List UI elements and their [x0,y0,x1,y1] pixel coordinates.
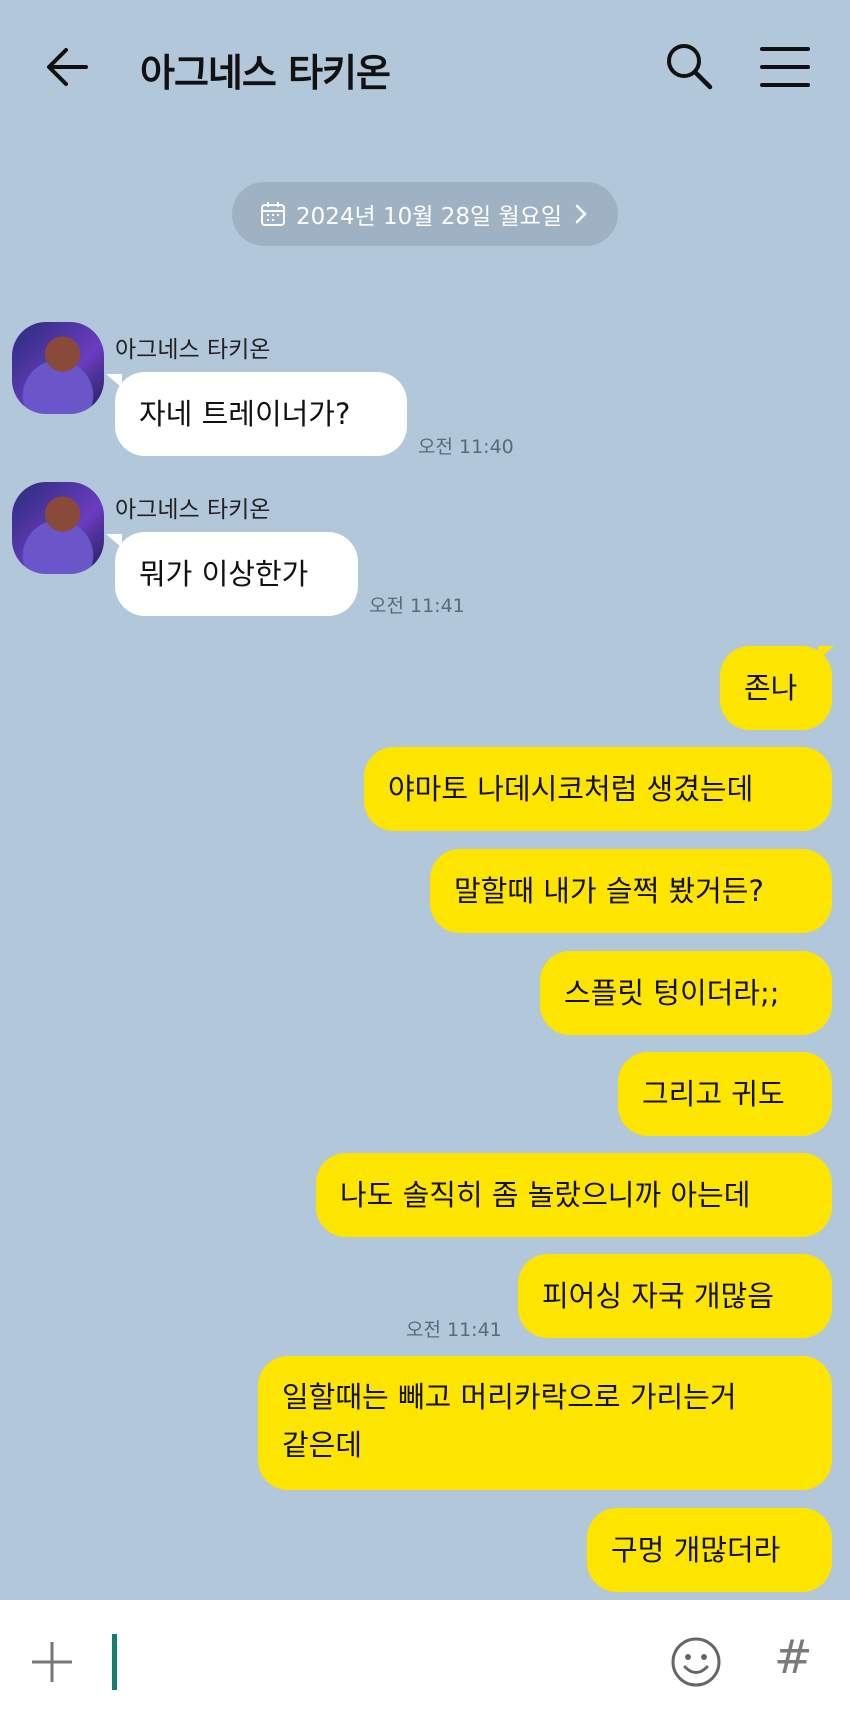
avatar[interactable] [12,322,104,414]
outgoing-message[interactable]: 그리고 귀도 [618,1052,832,1136]
chat-title: 아그네스 타키온 [140,51,391,95]
plus-icon[interactable] [30,1640,74,1684]
outgoing-message[interactable]: 야마토 나데시코처럼 생겼는데 [364,747,832,831]
outgoing-message[interactable]: 일할때는 빼고 머리카락으로 가리는거 같은데 [258,1356,832,1490]
outgoing-message[interactable]: 피어싱 자국 개많음 [518,1254,832,1338]
emoji-icon[interactable] [670,1636,722,1688]
chevron-right-icon [575,204,587,224]
outgoing-message[interactable]: 구멍 개많더라 [587,1508,832,1592]
incoming-message[interactable]: 자네 트레이너가? [115,372,407,456]
message-time: 오전 11:41 [406,1319,502,1341]
message-input-bar: # [0,1600,850,1713]
message-time: 오전 11:40 [418,436,514,458]
outgoing-message[interactable]: 말할때 내가 슬쩍 봤거든? [430,849,832,933]
search-icon[interactable] [663,40,715,92]
back-arrow-icon[interactable] [40,40,94,94]
outgoing-message[interactable]: 나도 솔직히 좀 놀랐으니까 아는데 [316,1153,832,1237]
date-divider[interactable]: 2024년 10월 28일 월요일 [232,182,618,246]
avatar[interactable] [12,482,104,574]
hashtag-icon[interactable]: # [774,1630,813,1684]
sender-name: 아그네스 타키온 [115,497,271,523]
incoming-message[interactable]: 뭐가 이상한가 [115,532,358,616]
chat-header: 아그네스 타키온 [0,0,850,140]
outgoing-message[interactable]: 존나 [720,646,832,730]
message-input[interactable] [112,1634,117,1690]
outgoing-message[interactable]: 스플릿 텅이더라;; [540,951,832,1035]
menu-icon[interactable] [760,44,810,90]
sender-name: 아그네스 타키온 [115,337,271,363]
date-divider-text: 2024년 10월 28일 월요일 [296,204,562,230]
message-time: 오전 11:41 [369,595,465,617]
calendar-icon [261,202,286,226]
